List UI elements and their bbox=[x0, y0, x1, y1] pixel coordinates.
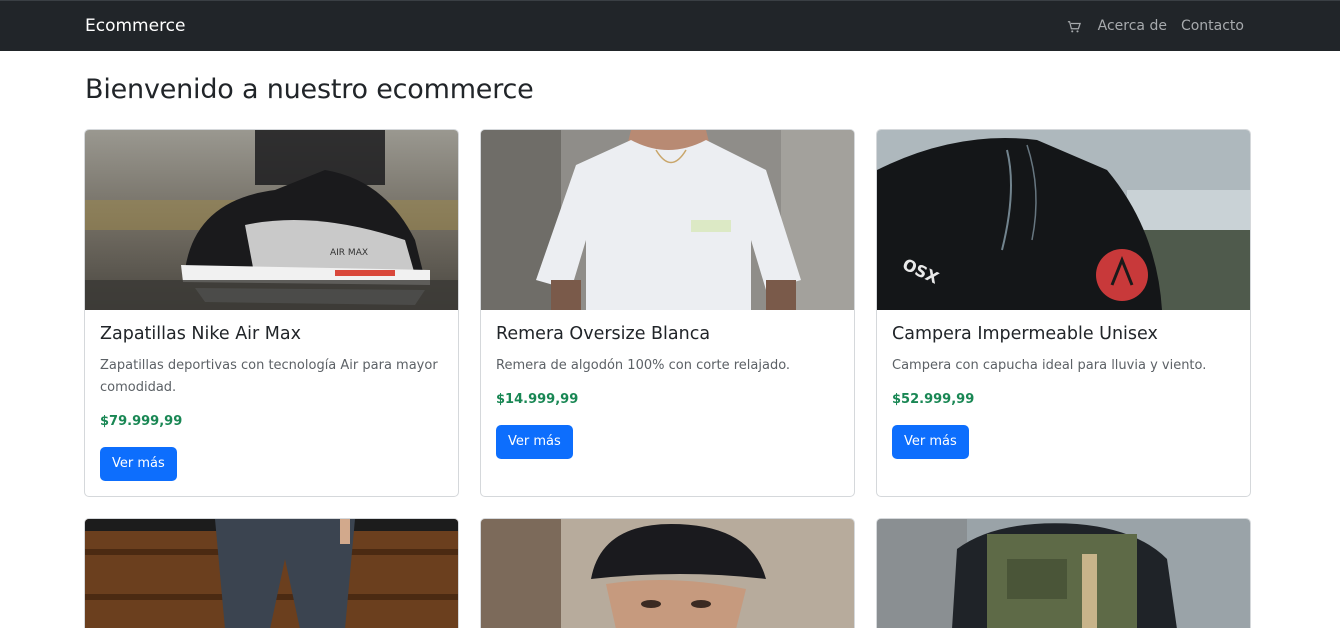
product-image-shoes: AIR MAX bbox=[85, 130, 458, 310]
product-image-cap bbox=[481, 519, 854, 628]
product-image-jeans bbox=[85, 519, 458, 628]
product-card: AIR MAX Zapatillas Nike Air Max Zapatill… bbox=[84, 129, 459, 497]
product-description: Remera de algodón 100% con corte relajad… bbox=[496, 358, 791, 373]
product-title: Remera Oversize Blanca bbox=[496, 324, 711, 344]
product-image-jacket: OSX bbox=[877, 130, 1250, 310]
view-more-button[interactable]: Ver más bbox=[496, 425, 573, 459]
product-image-vest bbox=[877, 519, 1250, 628]
product-description: Zapatillas deportivas con tecnología Air… bbox=[100, 358, 438, 395]
product-card: OSX Campera Impermeable Unisex Campera c… bbox=[876, 129, 1251, 497]
product-card: Remera Oversize Blanca Remera de algodón… bbox=[480, 129, 855, 497]
product-description: Campera con capucha ideal para lluvia y … bbox=[892, 358, 1207, 373]
cart-icon[interactable] bbox=[1067, 19, 1081, 33]
page-title: Bienvenido a nuestro ecommerce bbox=[85, 74, 534, 105]
product-card-partial bbox=[84, 518, 459, 628]
view-more-button[interactable]: Ver más bbox=[892, 425, 969, 459]
product-price: $52.999,99 bbox=[892, 392, 975, 407]
product-price: $79.999,99 bbox=[100, 414, 183, 429]
nav-link-about[interactable]: Acerca de bbox=[1098, 18, 1167, 34]
navbar: Ecommerce Acerca de Contacto bbox=[0, 0, 1340, 51]
product-card-partial bbox=[480, 518, 855, 628]
brand-link[interactable]: Ecommerce bbox=[85, 16, 186, 36]
shoe-logo-text: AIR MAX bbox=[330, 248, 368, 258]
product-price: $14.999,99 bbox=[496, 392, 579, 407]
nav-link-contact[interactable]: Contacto bbox=[1181, 18, 1244, 34]
product-image-tshirt bbox=[481, 130, 854, 310]
view-more-button[interactable]: Ver más bbox=[100, 447, 177, 481]
nav-menu: Acerca de Contacto bbox=[1067, 18, 1244, 34]
product-card-partial bbox=[876, 518, 1251, 628]
product-title: Campera Impermeable Unisex bbox=[892, 324, 1158, 344]
product-title: Zapatillas Nike Air Max bbox=[100, 324, 301, 344]
